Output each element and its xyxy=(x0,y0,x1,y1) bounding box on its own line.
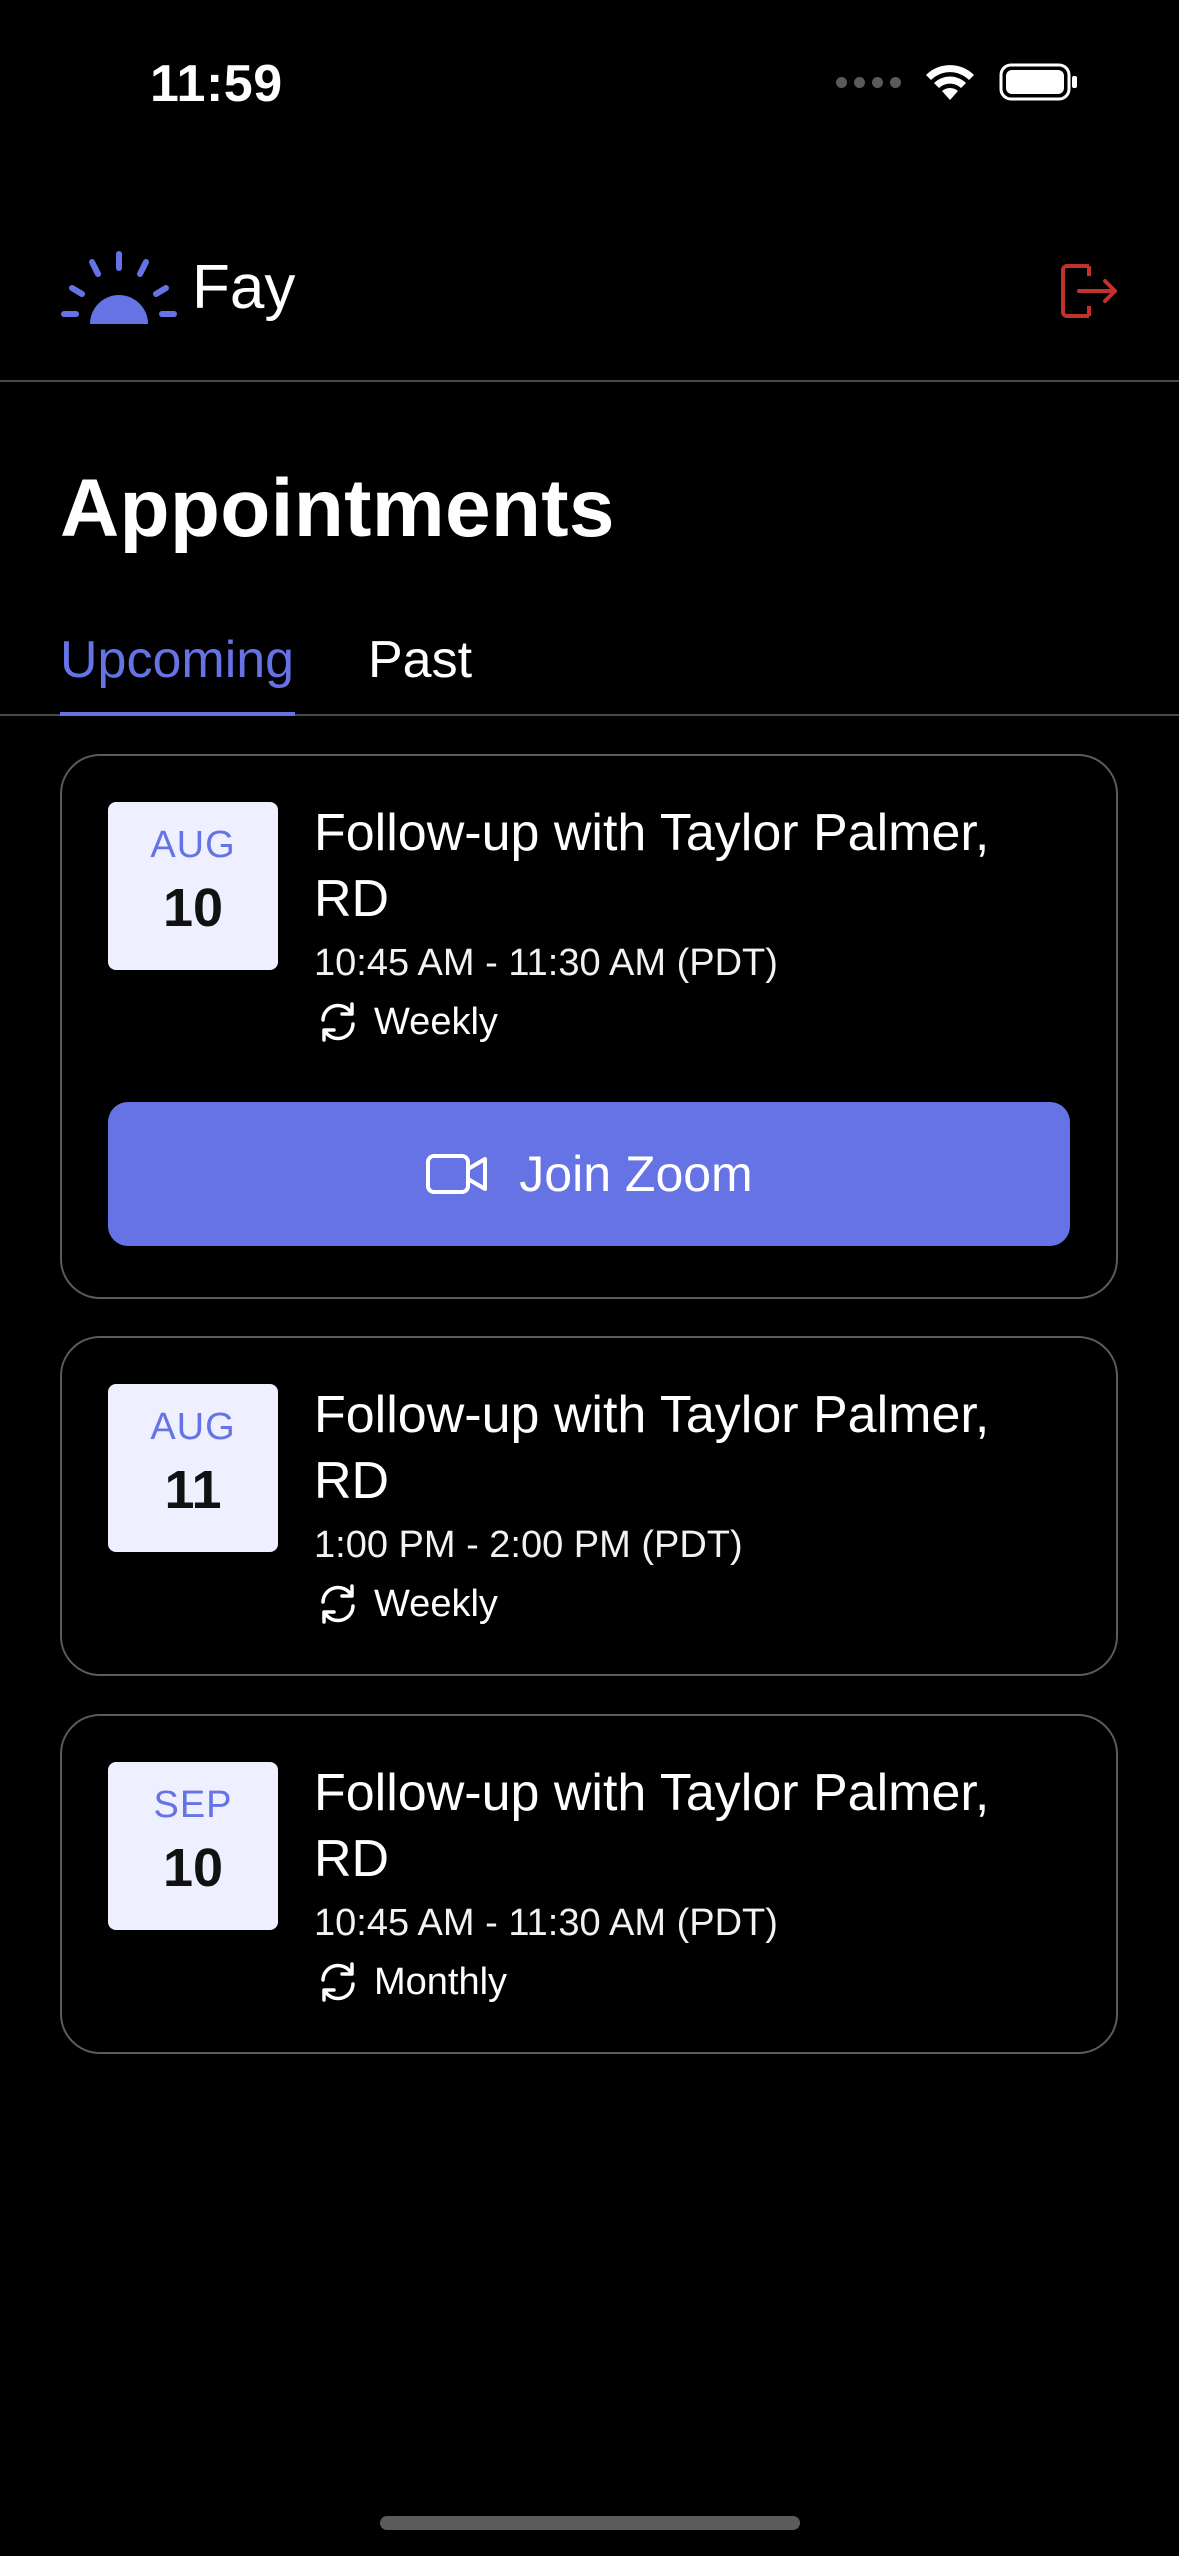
status-time: 11:59 xyxy=(150,55,283,113)
appointment-time: 10:45 AM - 11:30 AM (PDT) xyxy=(314,942,778,984)
appointment-info: Follow-up with Taylor Palmer, RD 1:00 PM… xyxy=(314,1382,1014,1628)
app-name: Fay xyxy=(192,253,296,322)
date-month: SEP xyxy=(153,1784,233,1826)
appointment-card[interactable]: AUG 10 Follow-up with Taylor Palmer, RD … xyxy=(60,754,1118,1299)
sun-logo-icon xyxy=(61,251,177,324)
tab-upcoming[interactable]: Upcoming xyxy=(60,630,294,690)
brand: Fay xyxy=(60,248,295,328)
date-badge: AUG 11 xyxy=(108,1384,278,1552)
logout-button[interactable] xyxy=(1057,260,1119,322)
recurrence: Weekly xyxy=(314,1580,1014,1628)
date-badge: AUG 10 xyxy=(108,802,278,970)
recurrence-label: Monthly xyxy=(374,1960,508,2003)
date-month: AUG xyxy=(150,1406,236,1448)
repeat-icon xyxy=(321,1584,355,1624)
appointment-card[interactable]: SEP 10 Follow-up with Taylor Palmer, RD … xyxy=(60,1714,1118,2054)
logout-icon xyxy=(1061,264,1117,318)
appointment-title: Follow-up with Taylor Palmer, RD xyxy=(314,1764,990,1888)
appointment-info: Follow-up with Taylor Palmer, RD 10:45 A… xyxy=(314,800,1014,1046)
appointment-card[interactable]: AUG 11 Follow-up with Taylor Palmer, RD … xyxy=(60,1336,1118,1676)
status-icons xyxy=(836,62,1079,102)
date-day: 10 xyxy=(162,878,224,938)
repeat-icon xyxy=(321,1002,355,1042)
date-month: AUG xyxy=(150,824,236,866)
appointment-title: Follow-up with Taylor Palmer, RD xyxy=(314,1386,990,1510)
repeat-icon xyxy=(321,1962,355,2002)
screen: 11:59 Fay Appointments Upcoming Past AUG… xyxy=(0,0,1179,2556)
page-title: Appointments xyxy=(60,463,615,554)
appointment-time: 10:45 AM - 11:30 AM (PDT) xyxy=(314,1902,778,1944)
date-day: 10 xyxy=(162,1838,224,1898)
join-zoom-button[interactable]: Join Zoom xyxy=(108,1102,1070,1246)
video-camera-icon xyxy=(426,1154,488,1194)
appointment-info: Follow-up with Taylor Palmer, RD 10:45 A… xyxy=(314,1760,1014,2006)
app-header: Fay xyxy=(0,240,1179,382)
cellular-signal-icon xyxy=(836,76,901,88)
wifi-icon xyxy=(926,65,974,100)
recurrence-label: Weekly xyxy=(374,1582,498,1625)
recurrence-label: Weekly xyxy=(374,1000,498,1043)
join-zoom-label: Join Zoom xyxy=(519,1146,753,1202)
battery-icon xyxy=(999,63,1077,101)
tab-past[interactable]: Past xyxy=(368,630,472,690)
date-badge: SEP 10 xyxy=(108,1762,278,1930)
recurrence: Monthly xyxy=(314,1958,1014,2006)
date-day: 11 xyxy=(164,1460,222,1520)
appointment-time: 1:00 PM - 2:00 PM (PDT) xyxy=(314,1524,743,1566)
appointment-title: Follow-up with Taylor Palmer, RD xyxy=(314,804,990,928)
active-tab-indicator xyxy=(60,712,295,716)
home-indicator[interactable] xyxy=(380,2516,800,2530)
recurrence: Weekly xyxy=(314,998,1014,1046)
appointment-tabs: Upcoming Past xyxy=(0,620,1179,716)
